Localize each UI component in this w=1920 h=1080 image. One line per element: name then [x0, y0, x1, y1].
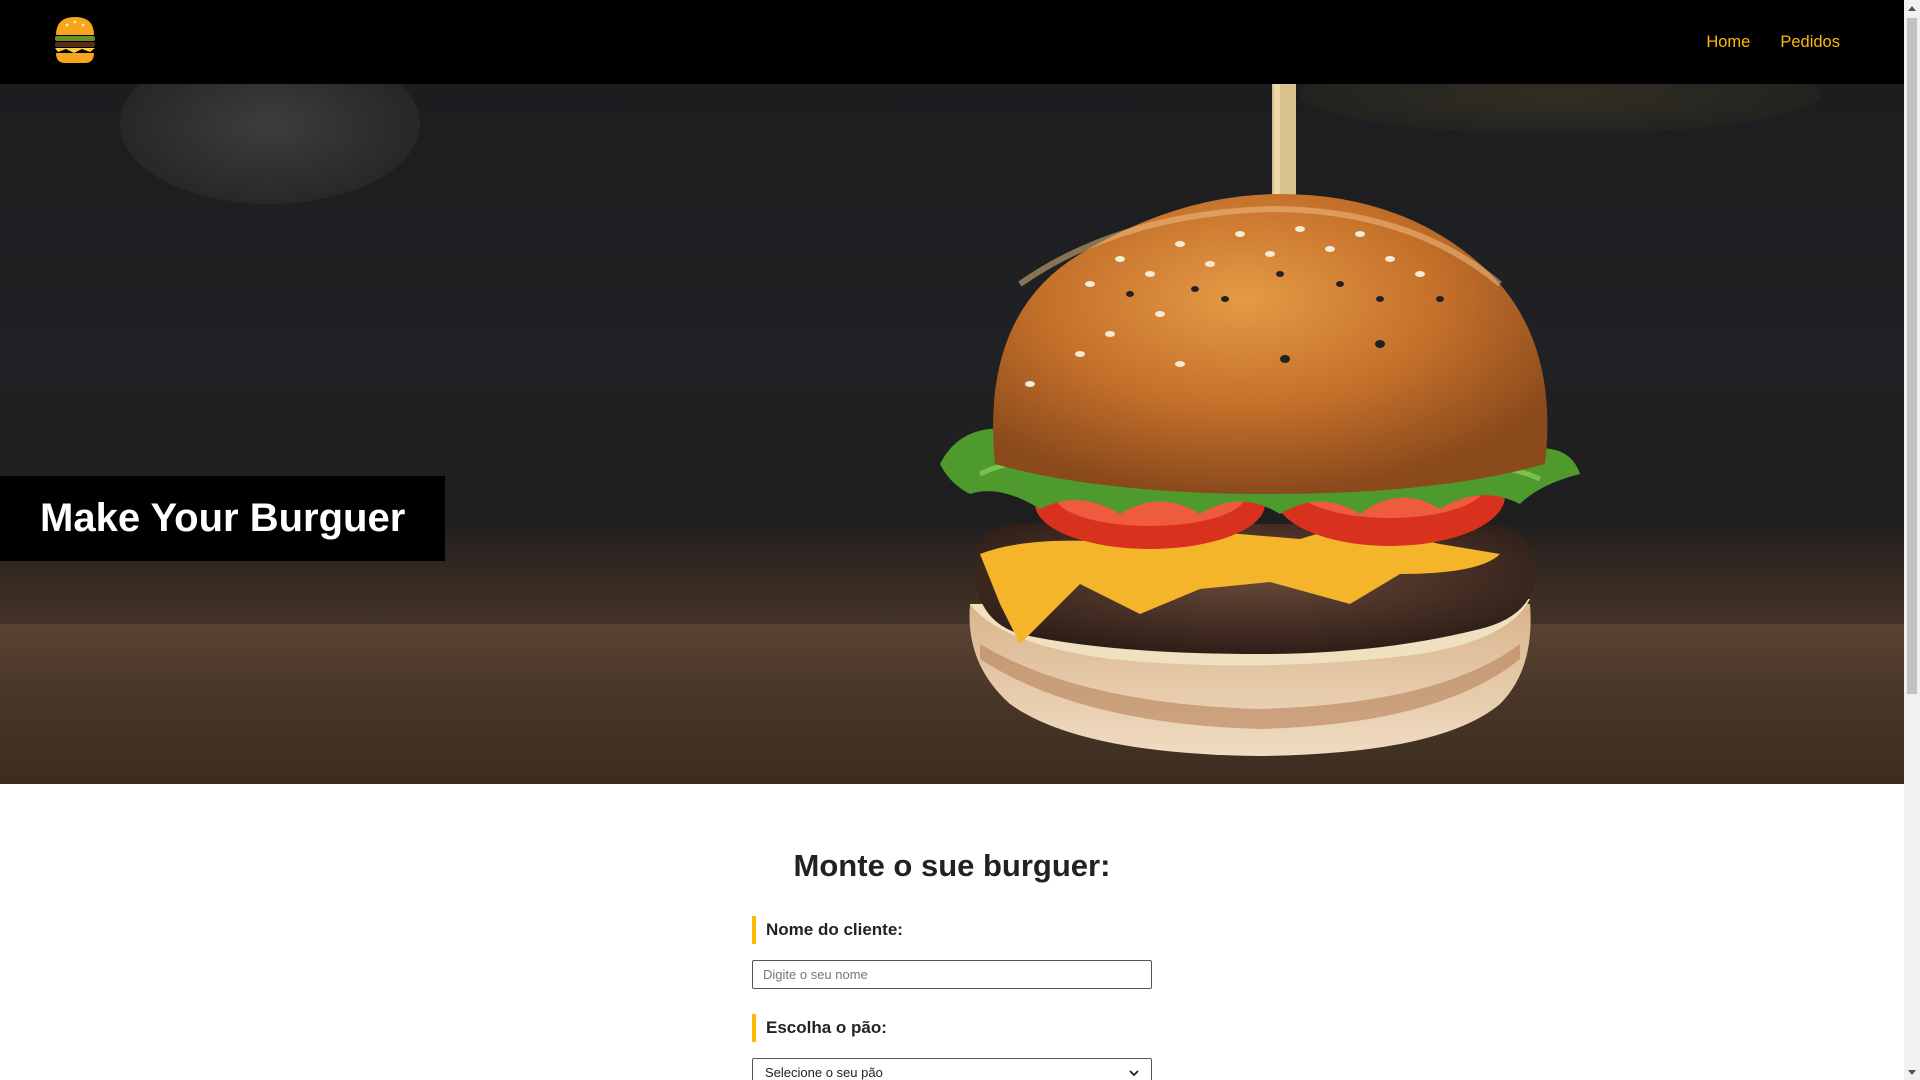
navbar: Home Pedidos [0, 0, 1904, 84]
scroll-down-arrow-icon[interactable] [1904, 1064, 1920, 1080]
bread-select[interactable]: Selecione o seu pão [752, 1058, 1152, 1080]
nav-links: Home Pedidos [1706, 0, 1840, 84]
scroll-up-arrow-icon[interactable] [1904, 0, 1920, 16]
name-input[interactable] [752, 960, 1152, 989]
nav-link-pedidos[interactable]: Pedidos [1780, 33, 1840, 52]
hero-title: Make Your Burguer [40, 496, 406, 540]
burger-photo [940, 84, 1580, 756]
bread-field-label: Escolha o pão: [752, 1014, 887, 1042]
page: Home Pedidos Make Your Burguer Monte o s… [0, 0, 1904, 1080]
scrollbar-thumb[interactable] [1907, 18, 1917, 694]
nav-link-home[interactable]: Home [1706, 33, 1750, 52]
name-field-label: Nome do cliente: [752, 916, 1152, 944]
form-title: Monte o sue burguer: [793, 848, 1111, 883]
hero-background-blur [120, 84, 420, 204]
burger-form: Nome do cliente: Escolha o pão: Selecion… [752, 916, 1152, 1080]
hero-banner: Make Your Burguer [0, 84, 1904, 784]
vertical-scrollbar[interactable] [1904, 0, 1920, 1080]
chevron-down-icon [1129, 1065, 1139, 1080]
hero-title-box: Make Your Burguer [0, 476, 445, 561]
burger-logo-icon[interactable] [52, 15, 98, 65]
bread-select-value: Selecione o seu pão [765, 1065, 883, 1080]
